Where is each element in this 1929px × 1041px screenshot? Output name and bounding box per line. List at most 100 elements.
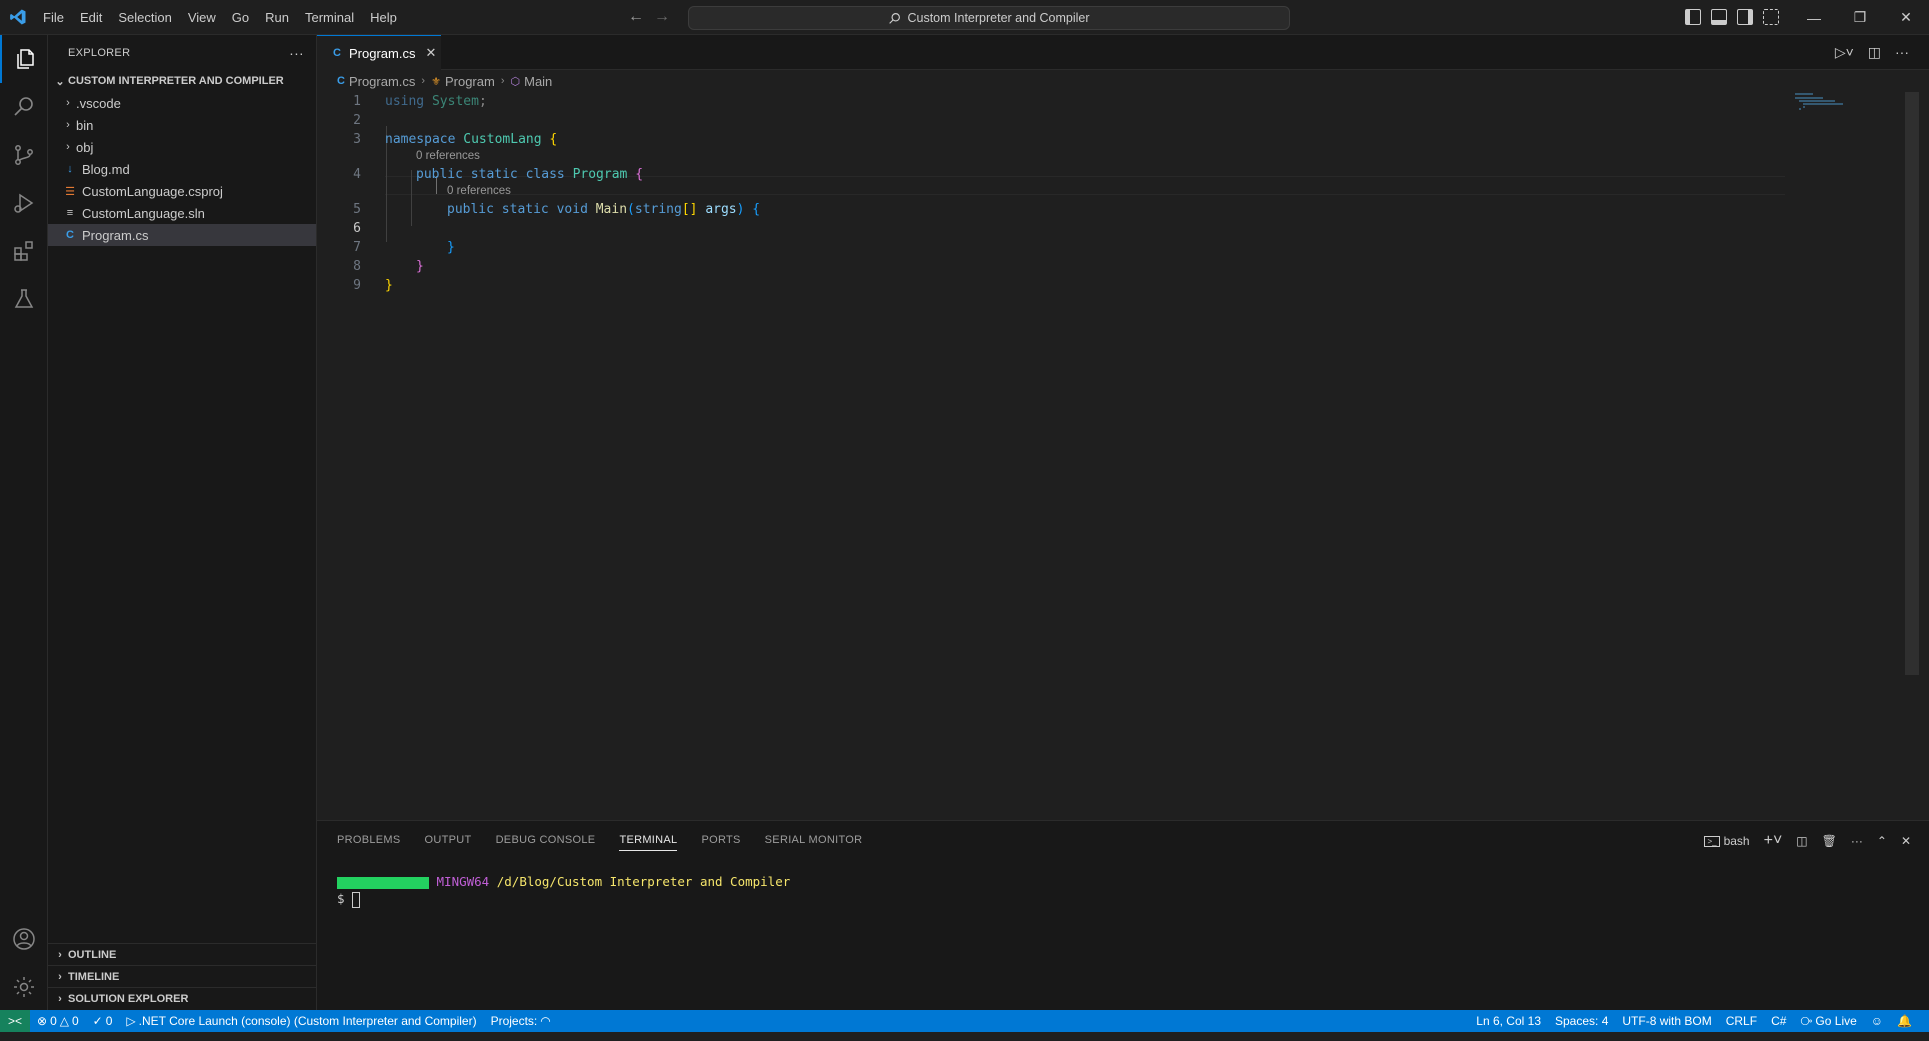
breadcrumb-file[interactable]: Program.cs: [349, 74, 415, 89]
tab-problems[interactable]: PROBLEMS: [337, 834, 401, 846]
tree-folder-obj[interactable]: › obj: [48, 136, 316, 158]
toggle-panel-icon[interactable]: [1711, 9, 1727, 25]
tab-terminal[interactable]: TERMINAL: [619, 834, 678, 851]
broadcast-icon: ⧂: [1800, 1013, 1813, 1028]
run-icon[interactable]: ▷˅: [1835, 44, 1854, 61]
forward-arrow-icon[interactable]: →: [654, 8, 670, 26]
breadcrumb-method[interactable]: Main: [524, 74, 552, 89]
menu-selection[interactable]: Selection: [110, 0, 179, 35]
chevron-right-icon: ›: [58, 992, 62, 1005]
editor-scrollbar[interactable]: [1905, 92, 1919, 675]
explorer-icon[interactable]: [0, 35, 48, 83]
code-editor[interactable]: 1 2 3 4 5 6 7 8 9 using System; namespac…: [317, 92, 1905, 820]
command-center-search[interactable]: Custom Interpreter and Compiler: [688, 6, 1290, 30]
outline-section[interactable]: › OUTLINE: [48, 943, 317, 965]
references-codelens[interactable]: 0 references: [447, 183, 511, 199]
new-terminal-icon[interactable]: +˅: [1764, 832, 1783, 850]
tab-output[interactable]: OUTPUT: [425, 834, 472, 846]
remote-indicator-icon[interactable]: ><: [0, 1010, 30, 1032]
menu-go[interactable]: Go: [224, 0, 257, 35]
close-panel-icon[interactable]: ✕: [1901, 834, 1911, 848]
tree-folder-bin[interactable]: › bin: [48, 114, 316, 136]
tab-debug-console[interactable]: DEBUG CONSOLE: [496, 834, 596, 846]
debug-launch-status[interactable]: ▷ .NET Core Launch (console) (Custom Inte…: [119, 1014, 483, 1028]
terminal-prompt-line: MINGW64 /d/Blog/Custom Interpreter and C…: [337, 873, 790, 890]
minimize-icon[interactable]: —: [1791, 0, 1837, 35]
tree-folder-vscode[interactable]: › .vscode: [48, 92, 316, 114]
language-mode[interactable]: C#: [1764, 1014, 1793, 1028]
line-number: 9: [353, 278, 361, 293]
notifications-bell-icon[interactable]: 🔔: [1890, 1014, 1919, 1028]
minimap[interactable]: [1795, 92, 1895, 112]
tree-file-sln[interactable]: ≡ CustomLanguage.sln: [48, 202, 316, 224]
testing-icon[interactable]: [0, 275, 48, 323]
workspace-folder-name: CUSTOM INTERPRETER AND COMPILER: [68, 75, 284, 87]
csharp-file-icon: C: [333, 47, 341, 59]
customize-layout-icon[interactable]: [1763, 9, 1779, 25]
rss-file-icon: ☰: [65, 185, 75, 198]
solution-explorer-section[interactable]: › SOLUTION EXPLORER: [48, 987, 317, 1009]
end-of-line[interactable]: CRLF: [1719, 1014, 1764, 1028]
redacted-user-block: [337, 876, 429, 889]
go-live-button[interactable]: ⧂ Go Live: [1793, 1014, 1863, 1029]
split-editor-icon[interactable]: ◫: [1868, 44, 1881, 61]
extensions-icon[interactable]: [0, 227, 48, 275]
breadcrumb-class[interactable]: Program: [445, 74, 495, 89]
close-window-icon[interactable]: ✕: [1883, 0, 1929, 35]
line-number: 1: [353, 94, 361, 109]
taskbar-edge: [0, 1032, 1929, 1041]
more-actions-icon[interactable]: ···: [1895, 44, 1909, 61]
back-arrow-icon[interactable]: ←: [628, 8, 644, 26]
terminal-host: MINGW64: [436, 874, 490, 889]
references-codelens[interactable]: 0 references: [416, 148, 480, 164]
kill-terminal-icon[interactable]: 🗑: [1822, 834, 1837, 848]
line-number: 4: [353, 167, 361, 182]
run-and-debug-icon[interactable]: [0, 179, 48, 227]
menu-edit[interactable]: Edit: [72, 0, 110, 35]
command-center-label: Custom Interpreter and Compiler: [907, 11, 1090, 25]
debug-icon: ▷: [126, 1014, 136, 1028]
restore-icon[interactable]: ❐: [1837, 0, 1883, 35]
explorer-sidebar: EXPLORER ··· ⌄ CUSTOM INTERPRETER AND CO…: [48, 35, 317, 1010]
projects-status[interactable]: Projects: ◠: [484, 1014, 558, 1028]
terminal-profile[interactable]: >_ bash: [1704, 834, 1750, 848]
tree-file-blog-md[interactable]: ↓ Blog.md: [48, 158, 316, 180]
menu-terminal[interactable]: Terminal: [297, 0, 362, 35]
source-control-icon[interactable]: [0, 131, 48, 179]
close-tab-icon[interactable]: ✕: [425, 45, 436, 61]
cursor-position[interactable]: Ln 6, Col 13: [1469, 1014, 1548, 1028]
section-label: SOLUTION EXPLORER: [68, 992, 189, 1005]
tree-file-program-cs[interactable]: C Program.cs: [48, 224, 316, 246]
menu-help[interactable]: Help: [362, 0, 405, 35]
problems-status[interactable]: ⊗ 0 △ 0: [30, 1014, 86, 1028]
tab-serial-monitor[interactable]: SERIAL MONITOR: [765, 834, 863, 846]
menu-run[interactable]: Run: [257, 0, 297, 35]
explorer-more-actions[interactable]: ···: [289, 45, 304, 61]
copilot-icon[interactable]: ☺: [1864, 1014, 1890, 1028]
tab-program-cs[interactable]: C Program.cs ✕: [317, 35, 441, 70]
tree-file-csproj[interactable]: ☰ CustomLanguage.csproj: [48, 180, 316, 202]
tab-ports[interactable]: PORTS: [701, 834, 740, 846]
indentation[interactable]: Spaces: 4: [1548, 1014, 1615, 1028]
status-bar: >< ⊗ 0 △ 0 ✓ 0 ▷ .NET Core Launch (console) …: [0, 1010, 1929, 1032]
warning-count: 0: [71, 1014, 79, 1028]
timeline-section[interactable]: › TIMELINE: [48, 965, 317, 987]
maximize-panel-icon[interactable]: ⌃: [1877, 834, 1887, 848]
chevron-right-icon: ›: [66, 141, 70, 153]
toggle-secondary-sidebar-icon[interactable]: [1737, 9, 1753, 25]
menu-file[interactable]: File: [35, 0, 72, 35]
file-encoding[interactable]: UTF-8 with BOM: [1615, 1014, 1718, 1028]
shell-name: bash: [1723, 834, 1750, 848]
terminal-output[interactable]: MINGW64 /d/Blog/Custom Interpreter and C…: [337, 873, 790, 908]
menu-view[interactable]: View: [180, 0, 224, 35]
search-icon[interactable]: [0, 83, 48, 131]
workspace-folder-header[interactable]: ⌄ CUSTOM INTERPRETER AND COMPILER: [48, 70, 316, 92]
toggle-primary-sidebar-icon[interactable]: [1685, 9, 1701, 25]
broadcast-icon: ✓: [92, 1014, 103, 1028]
accounts-icon[interactable]: [0, 915, 48, 963]
manage-gear-icon[interactable]: [0, 963, 48, 1011]
more-actions-icon[interactable]: ···: [1851, 834, 1863, 848]
split-terminal-icon[interactable]: ◫: [1796, 834, 1807, 848]
ports-status[interactable]: ✓ 0: [86, 1014, 120, 1028]
line-number: 3: [353, 132, 361, 147]
